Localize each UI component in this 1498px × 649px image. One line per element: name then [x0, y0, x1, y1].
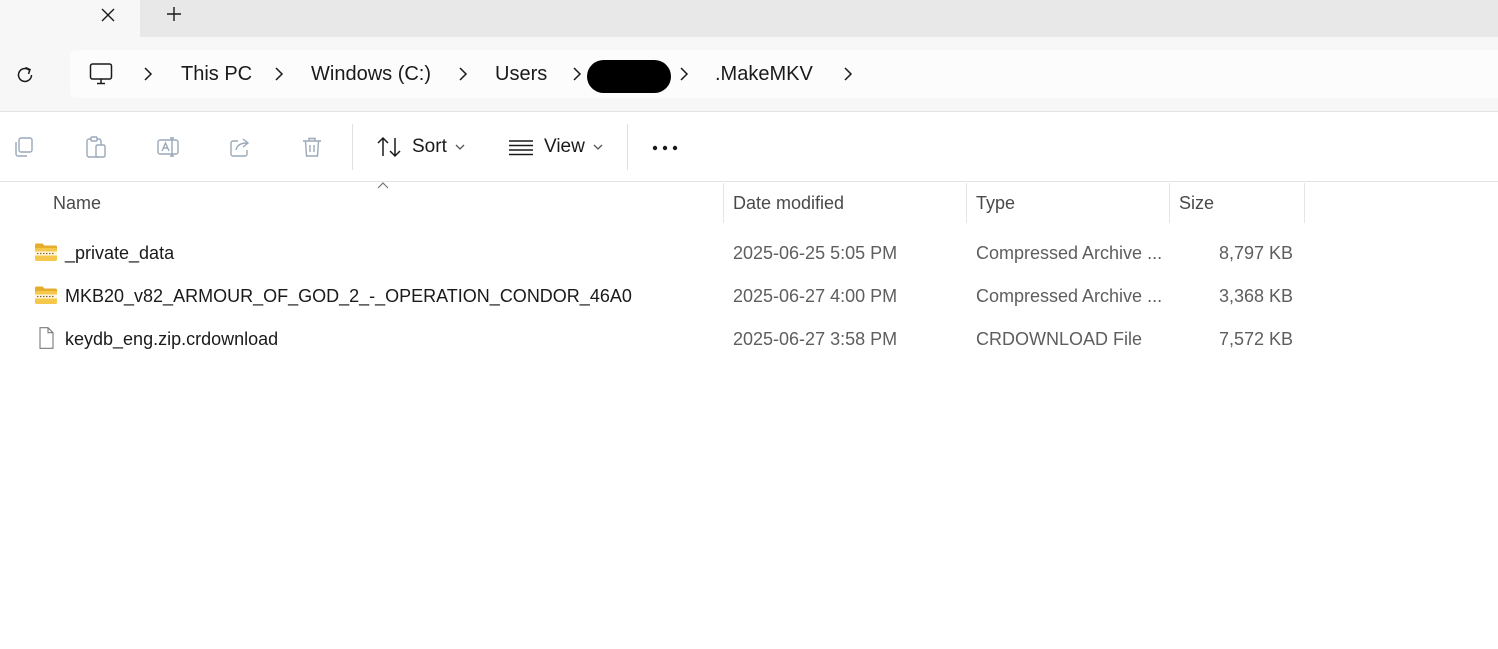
breadcrumb-this-pc[interactable]: This PC — [181, 62, 252, 86]
zip-folder-icon — [35, 243, 57, 261]
view-label: View — [544, 136, 585, 157]
copy-button[interactable] — [11, 134, 37, 160]
chevron-down-icon — [593, 143, 603, 151]
breadcrumb-chevron[interactable] — [272, 65, 286, 83]
breadcrumb-chevron[interactable] — [677, 65, 691, 83]
share-icon — [230, 138, 250, 157]
breadcrumb-chevron[interactable] — [570, 65, 584, 83]
sort-icon — [377, 136, 401, 158]
file-row[interactable]: MKB20_v82_ARMOUR_OF_GOD_2_-_OPERATION_CO… — [30, 276, 1310, 316]
file-date-modified: 2025-06-27 3:58 PM — [733, 329, 898, 349]
this-pc-button[interactable] — [88, 61, 114, 87]
chevron-right-icon — [459, 67, 468, 81]
file-name: keydb_eng.zip.crdownload — [65, 329, 279, 349]
file-name: _private_data — [65, 243, 175, 263]
column-header-name[interactable]: Name — [53, 183, 721, 223]
chevron-right-icon — [573, 67, 582, 81]
sort-button[interactable]: Sort — [376, 130, 465, 164]
view-button[interactable]: View — [508, 130, 603, 164]
column-divider[interactable] — [1304, 183, 1305, 223]
breadcrumb-chevron[interactable] — [141, 65, 155, 83]
column-header-size[interactable]: Size — [1179, 183, 1299, 223]
breadcrumb-chevron[interactable] — [841, 65, 855, 83]
paste-icon — [86, 136, 106, 158]
file-type: CRDOWNLOAD File — [976, 329, 1143, 349]
delete-icon — [303, 137, 321, 157]
file-type: Compressed Archive ... — [976, 286, 1163, 306]
file-size: 8,797 KB — [1218, 243, 1293, 263]
breadcrumb-chevron[interactable] — [456, 65, 470, 83]
copy-icon — [15, 137, 33, 157]
command-separator — [352, 124, 353, 170]
refresh-button[interactable] — [12, 62, 38, 88]
new-tab-button[interactable] — [162, 3, 186, 25]
file-row[interactable]: _private_data 2025-06-25 5:05 PM Compres… — [30, 233, 1310, 273]
column-divider[interactable] — [966, 183, 967, 223]
plus-icon — [167, 7, 181, 21]
tab-strip — [0, 0, 1498, 37]
see-more-button[interactable] — [648, 138, 682, 158]
file-date-modified: 2025-06-27 4:00 PM — [733, 286, 898, 306]
more-horizontal-icon — [652, 145, 678, 151]
command-separator — [627, 124, 628, 170]
breadcrumb-makemkv[interactable]: .MakeMKV — [715, 62, 813, 86]
monitor-icon — [89, 63, 113, 85]
chevron-down-icon — [455, 143, 465, 151]
column-header-date-modified[interactable]: Date modified — [733, 183, 963, 223]
file-date-modified: 2025-06-25 5:05 PM — [733, 243, 898, 263]
close-tab-button[interactable] — [96, 4, 120, 26]
active-tab[interactable] — [0, 0, 140, 37]
file-name: MKB20_v82_ARMOUR_OF_GOD_2_-_OPERATION_CO… — [65, 286, 632, 306]
close-icon — [101, 8, 115, 22]
chevron-right-icon — [275, 67, 284, 81]
breadcrumb-windows-c[interactable]: Windows (C:) — [311, 62, 431, 86]
view-list-icon — [509, 140, 533, 156]
sort-label: Sort — [412, 136, 447, 157]
address-bar[interactable]: This PC Windows (C:) Users .MakeMKV — [70, 50, 1498, 98]
paste-button[interactable] — [83, 134, 109, 160]
zip-folder-icon — [35, 286, 57, 304]
chevron-right-icon — [144, 67, 153, 81]
chevron-right-icon — [844, 67, 853, 81]
delete-button[interactable] — [299, 134, 325, 160]
column-header-type[interactable]: Type — [976, 183, 1166, 223]
file-size: 7,572 KB — [1218, 329, 1293, 349]
redacted-username[interactable] — [587, 60, 671, 93]
chevron-right-icon — [680, 67, 689, 81]
breadcrumb-users[interactable]: Users — [495, 62, 547, 86]
file-icon — [39, 327, 54, 349]
column-divider[interactable] — [723, 183, 724, 223]
share-button[interactable] — [227, 134, 253, 160]
file-size: 3,368 KB — [1218, 286, 1293, 306]
rename-button[interactable] — [155, 134, 181, 160]
column-divider[interactable] — [1169, 183, 1170, 223]
address-row: This PC Windows (C:) Users .MakeMKV — [0, 37, 1498, 112]
command-bar: Sort View — [0, 112, 1498, 182]
refresh-icon — [17, 66, 33, 83]
file-type: Compressed Archive ... — [976, 243, 1163, 263]
file-row[interactable]: keydb_eng.zip.crdownload 2025-06-27 3:58… — [30, 319, 1310, 359]
rename-icon — [157, 137, 179, 157]
